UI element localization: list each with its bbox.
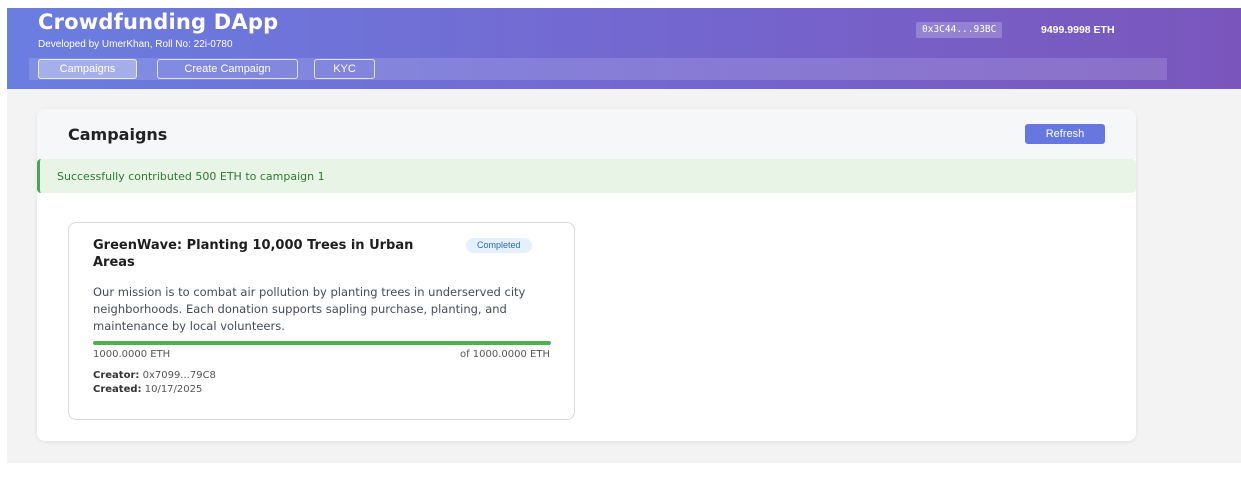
creator-address: 0x7099...79C8 (142, 370, 216, 381)
goal-amount: of 1000.0000 ETH (459, 349, 550, 360)
creator-label: Creator: (93, 370, 140, 381)
campaign-description: Our mission is to combat air pollution b… (93, 285, 526, 333)
nav-tab-kyc[interactable]: KYC (314, 59, 375, 79)
app-subtitle: Developed by UmerKhan, Roll No: 22i-0780 (38, 39, 233, 50)
page-title: Campaigns (68, 125, 168, 144)
progress-bar (93, 341, 551, 345)
created-label: Created: (93, 384, 142, 395)
success-alert: Successfully contributed 500 ETH to camp… (37, 159, 1136, 193)
nav-tab-campaigns[interactable]: Campaigns (38, 59, 137, 79)
alert-message: Successfully contributed 500 ETH to camp… (57, 170, 325, 183)
app-frame: Crowdfunding DApp Developed by UmerKhan,… (7, 8, 1241, 463)
created-date: 10/17/2025 (144, 384, 203, 395)
nav-tab-create-campaign[interactable]: Create Campaign (157, 59, 298, 79)
campaigns-panel: Campaigns Refresh Successfully contribut… (37, 109, 1136, 441)
wallet-address: 0x3C44...93BC (916, 22, 1003, 38)
app-header: Crowdfunding DApp Developed by UmerKhan,… (7, 8, 1241, 89)
campaign-card[interactable]: GreenWave: Planting 10,000 Trees in Urba… (68, 222, 575, 420)
app-title: Crowdfunding DApp (38, 10, 279, 34)
campaign-title: GreenWave: Planting 10,000 Trees in Urba… (93, 238, 414, 270)
progress-fill (93, 341, 551, 345)
wallet-balance: 9499.9998 ETH (1041, 24, 1115, 36)
status-badge: Completed (466, 238, 532, 253)
panel-header: Campaigns Refresh (37, 109, 1136, 159)
creator-row: Creator: 0x7099...79C8 (93, 370, 216, 381)
refresh-button[interactable]: Refresh (1025, 124, 1105, 144)
created-row: Created: 10/17/2025 (93, 384, 202, 395)
raised-amount: 1000.0000 ETH (93, 349, 171, 360)
